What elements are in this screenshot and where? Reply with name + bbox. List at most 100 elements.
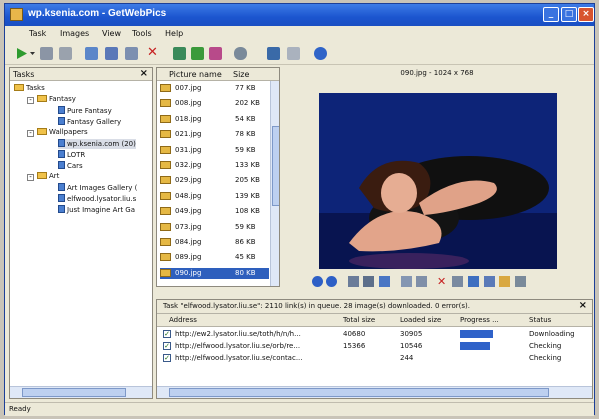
tree-node-lotr[interactable]: LOTR <box>58 150 85 160</box>
move-icon[interactable] <box>363 276 374 287</box>
file-size: 86 KB <box>235 238 256 246</box>
file-row[interactable]: 049.jpg 108 KB <box>160 206 269 217</box>
page-icon <box>58 106 65 114</box>
col-status[interactable]: Status <box>529 316 551 324</box>
maximize-button[interactable]: □ <box>561 7 577 22</box>
file-row[interactable]: 048.jpg 139 KB <box>160 191 269 202</box>
settings-icon[interactable] <box>234 47 247 60</box>
zoom-in-icon[interactable] <box>401 276 412 287</box>
page-icon <box>58 183 65 191</box>
queue-status: Downloading <box>529 330 575 338</box>
pause-icon[interactable] <box>40 47 53 60</box>
menu-bar: Task Images View Tools Help <box>5 27 594 42</box>
file-name: 031.jpg <box>175 145 202 154</box>
queue-row[interactable]: ✓ http://elfwood.lysator.liu.se/contac...… <box>163 353 583 365</box>
tree-node-pure-fantasy[interactable]: Pure Fantasy <box>58 106 112 116</box>
wallpaper-icon[interactable] <box>484 276 495 287</box>
delete-icon[interactable]: ✕ <box>437 276 448 287</box>
new-task-icon[interactable] <box>85 47 98 60</box>
file-row[interactable]: 008.jpg 202 KB <box>160 98 269 109</box>
remove-icon[interactable]: ✕ <box>147 46 160 60</box>
tree-node-fantasy-gallery[interactable]: Fantasy Gallery <box>58 117 121 127</box>
save-icon[interactable] <box>379 276 390 287</box>
delete-icon[interactable] <box>125 47 138 60</box>
image-file-icon <box>160 253 171 262</box>
options-icon[interactable] <box>267 47 280 60</box>
expand-toggle[interactable]: - <box>27 130 34 137</box>
close-button[interactable]: × <box>578 7 594 22</box>
scroll-thumb[interactable] <box>169 388 549 397</box>
tasks-hscrollbar[interactable] <box>10 386 152 398</box>
print-icon[interactable] <box>452 276 463 287</box>
menu-help[interactable]: Help <box>165 29 183 38</box>
menu-tools[interactable]: Tools <box>132 29 152 38</box>
queue-status: Checking <box>529 354 562 362</box>
tree-node-elfwood[interactable]: elfwood.lysator.liu.s <box>58 194 136 204</box>
title-bar: wp.ksenia.com - GetWebPics _ □ × <box>5 4 594 26</box>
menu-images[interactable]: Images <box>60 29 89 38</box>
play-icon[interactable] <box>15 47 28 60</box>
file-name: 032.jpg <box>175 161 202 169</box>
minimize-button[interactable]: _ <box>543 7 559 22</box>
col-size[interactable]: Size <box>233 70 249 79</box>
tree-node-art[interactable]: Art <box>37 172 59 182</box>
fit-icon[interactable] <box>348 276 359 287</box>
first-icon[interactable] <box>312 276 323 287</box>
queue-row[interactable]: ✓ http://elfwood.lysator.liu.se/orb/re...… <box>163 341 583 353</box>
dropdown-arrow-icon[interactable] <box>29 47 36 60</box>
scroll-thumb[interactable] <box>272 126 279 206</box>
col-loaded-size[interactable]: Loaded size <box>400 316 441 324</box>
move-up-icon[interactable] <box>173 47 186 60</box>
queue-row[interactable]: ✓ http://ew2.lysator.liu.se/toth/h/n/h...… <box>163 329 583 341</box>
file-row[interactable]: 032.jpg 133 KB <box>160 160 269 171</box>
zoom-out-icon[interactable] <box>416 276 427 287</box>
copy-icon[interactable] <box>468 276 479 287</box>
refresh-icon[interactable] <box>209 47 222 60</box>
file-row[interactable]: 089.jpg 45 KB <box>160 252 269 263</box>
tree-node-wallpapers[interactable]: Wallpapers <box>37 128 88 138</box>
scroll-thumb[interactable] <box>22 388 126 397</box>
row-checkbox[interactable]: ✓ <box>163 342 171 350</box>
close-panel-icon[interactable]: × <box>140 68 148 79</box>
folder-icon[interactable] <box>499 276 510 287</box>
close-panel-icon[interactable]: × <box>579 300 587 311</box>
col-progress[interactable]: Progress ... <box>460 316 499 324</box>
tree-node-cars[interactable]: Cars <box>58 161 83 171</box>
file-list-scrollbar[interactable] <box>270 81 279 286</box>
col-total-size[interactable]: Total size <box>343 316 375 324</box>
next-icon[interactable] <box>326 276 337 287</box>
app-window: wp.ksenia.com - GetWebPics _ □ × Task Im… <box>4 3 595 416</box>
col-picture-name[interactable]: Picture name <box>169 70 222 79</box>
tree-node-just-imagine[interactable]: Just Imagine Art Ga <box>58 205 135 215</box>
file-row[interactable]: 007.jpg 77 KB <box>160 83 269 94</box>
menu-view[interactable]: View <box>102 29 121 38</box>
file-row[interactable]: 031.jpg 59 KB <box>160 145 269 156</box>
row-checkbox[interactable]: ✓ <box>163 354 171 362</box>
stop-icon[interactable] <box>59 47 72 60</box>
menu-task[interactable]: Task <box>29 29 46 38</box>
expand-toggle[interactable]: - <box>27 97 34 104</box>
help-icon[interactable] <box>314 47 327 60</box>
file-row[interactable]: 073.jpg 59 KB <box>160 222 269 233</box>
row-checkbox[interactable]: ✓ <box>163 330 171 338</box>
edit-task-icon[interactable] <box>105 47 118 60</box>
file-row[interactable]: 029.jpg 205 KB <box>160 175 269 186</box>
file-size: 77 KB <box>235 84 256 92</box>
file-row[interactable]: 021.jpg 78 KB <box>160 129 269 140</box>
filter-icon[interactable] <box>287 47 300 60</box>
expand-toggle[interactable]: - <box>27 174 34 181</box>
settings-icon[interactable] <box>515 276 526 287</box>
tree-node-art-images-gallery[interactable]: Art Images Gallery ( <box>58 183 137 193</box>
tree-node-fantasy[interactable]: Fantasy <box>37 95 76 105</box>
move-down-icon[interactable] <box>191 47 204 60</box>
file-row[interactable]: 090.jpg 80 KB <box>160 267 269 279</box>
queue-address: http://ew2.lysator.liu.se/toth/h/n/h... <box>175 330 301 338</box>
file-name: 007.jpg <box>175 84 202 92</box>
tree-node-tasks[interactable]: Tasks <box>14 84 45 94</box>
queue-loaded-size: 244 <box>400 354 414 362</box>
tree-node-wp-ksenia[interactable]: wp.ksenia.com (20) <box>58 139 136 149</box>
file-row[interactable]: 018.jpg 54 KB <box>160 114 269 125</box>
col-address[interactable]: Address <box>169 316 197 324</box>
file-row[interactable]: 084.jpg 86 KB <box>160 237 269 248</box>
queue-hscrollbar[interactable] <box>157 386 592 398</box>
